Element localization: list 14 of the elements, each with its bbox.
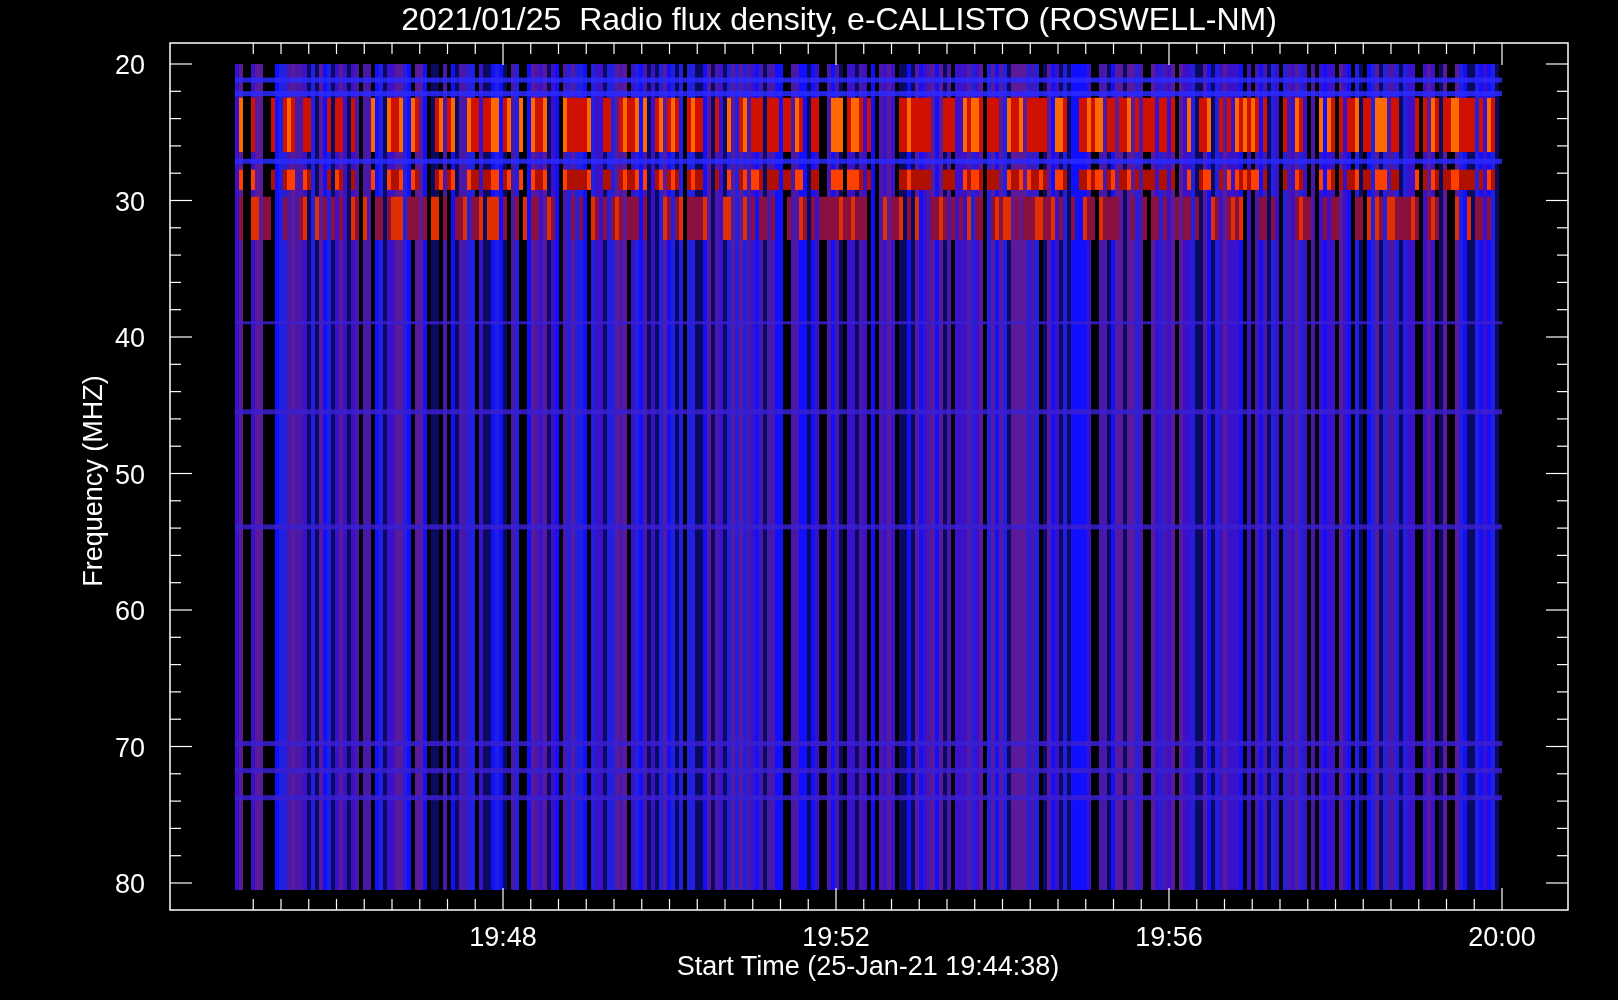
y-tick-label: 80	[114, 869, 145, 899]
y-tick-label: 20	[114, 50, 145, 80]
chart-title: 2021/01/25 Radio flux density, e-CALLISTO (ROSWELL-NM)	[401, 1, 1277, 37]
x-tick-label: 19:48	[469, 922, 537, 952]
x-tick-label: 20:00	[1468, 922, 1536, 952]
y-tick-label: 60	[114, 596, 145, 626]
y-tick-label: 30	[114, 186, 145, 217]
y-axis-label: Frequency (MHZ)	[78, 375, 108, 587]
y-tick-label: 40	[114, 323, 145, 353]
y-tick-label: 70	[114, 732, 145, 763]
x-axis-label: Start Time (25-Jan-21 19:44:38)	[676, 951, 1060, 981]
y-tick-label: 50	[114, 459, 145, 490]
x-tick-label: 19:56	[1135, 922, 1203, 952]
x-tick-label: 19:52	[802, 922, 870, 952]
